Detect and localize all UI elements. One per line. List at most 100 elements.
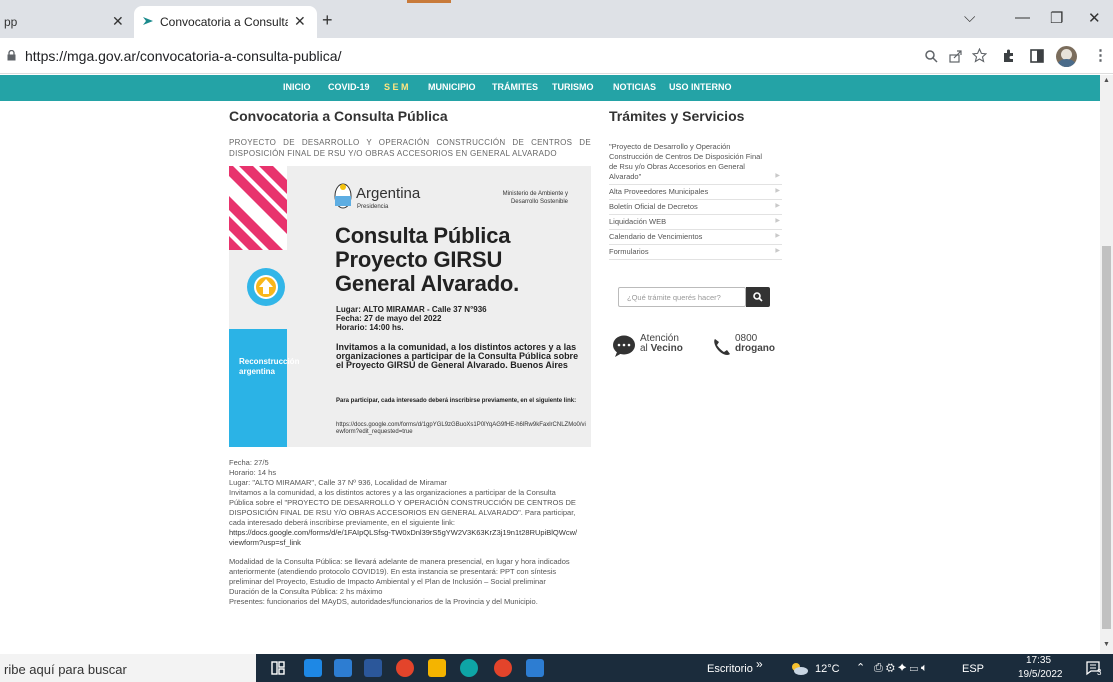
toolbar-expand-icon[interactable]: » xyxy=(756,657,763,671)
site-favicon-icon xyxy=(143,17,153,25)
share-icon[interactable] xyxy=(949,49,963,63)
poster-title-line: Proyecto GIRSU xyxy=(335,247,503,272)
poster-title-line: Consulta Pública xyxy=(335,223,511,248)
profile-avatar[interactable] xyxy=(1056,46,1077,67)
new-tab-button[interactable]: + xyxy=(322,10,333,31)
service-item[interactable]: Alta Proveedores Municipales ▶ xyxy=(609,185,782,200)
dropbox-app-icon[interactable] xyxy=(304,659,322,677)
taskbar-search-placeholder: ribe aquí para buscar xyxy=(4,662,127,677)
extensions-icon[interactable] xyxy=(1002,48,1016,63)
tramite-search-input[interactable]: ¿Qué trámite querés hacer? xyxy=(618,287,746,307)
store-app-icon[interactable] xyxy=(334,659,352,677)
poster-title-line: General Alvarado. xyxy=(335,271,520,296)
chevron-right-icon: ▶ xyxy=(775,233,780,239)
up-arrow-icon xyxy=(247,268,285,306)
phone-icon[interactable] xyxy=(712,337,732,357)
taskbar-search-input[interactable]: ribe aquí para buscar xyxy=(0,654,256,682)
desktop-toolbar-label[interactable]: Escritorio xyxy=(707,663,753,675)
service-item-label: Alta Proveedores Municipales xyxy=(609,187,709,196)
tab-search-icon[interactable]: ⌵ xyxy=(964,9,975,26)
clock-time[interactable]: 17:35 xyxy=(1026,655,1051,666)
nav-item-inicio[interactable]: INICIO xyxy=(283,82,311,92)
chevron-right-icon: ▶ xyxy=(775,248,780,254)
tab-close-icon[interactable]: ✕ xyxy=(294,13,306,30)
chevron-right-icon: ▶ xyxy=(775,218,780,224)
clock-date[interactable]: 19/5/2022 xyxy=(1018,669,1063,680)
poster-link: https://docs.google.com/forms/d/1gpYGL9z… xyxy=(336,422,586,435)
atencion-line: al xyxy=(640,343,651,354)
nav-item-sem[interactable]: S E M xyxy=(384,82,409,92)
service-item-label: Liquidación WEB xyxy=(609,217,667,226)
service-item[interactable]: Formularios ▶ xyxy=(609,245,782,260)
vertical-scrollbar[interactable]: ▲ ▼ xyxy=(1100,75,1113,654)
service-item-label: Boletín Oficial de Decretos xyxy=(609,202,698,211)
tab-close-icon[interactable]: ✕ xyxy=(112,13,124,30)
registration-link[interactable]: https://docs.google.com/forms/d/e/1FAIpQ… xyxy=(229,528,577,547)
nav-item-turismo[interactable]: TURISMO xyxy=(552,82,594,92)
nav-item-municipio[interactable]: MUNICIPIO xyxy=(428,82,476,92)
chrome-app-icon[interactable] xyxy=(396,659,414,677)
poster-info: Lugar: ALTO MIRAMAR - Calle 37 N°936 Fec… xyxy=(336,305,487,332)
announcement-poster: Reconstrucción argentina Argentina Presi… xyxy=(229,166,591,447)
edge-app-icon[interactable] xyxy=(460,659,478,677)
screen: pp ✕ Convocatoria a Consulta Pública ✕ +… xyxy=(0,0,1113,682)
photos-app-icon[interactable] xyxy=(526,659,544,677)
search-icon xyxy=(753,292,763,302)
chat-bubble-icon[interactable] xyxy=(612,335,636,357)
tray-icons[interactable]: ⎙ ⚙ ✦ ▭ 🔈︎ xyxy=(874,662,928,675)
maximize-button[interactable]: ❐ xyxy=(1050,9,1063,27)
service-item[interactable]: "Proyecto de Desarrollo y Operación Cons… xyxy=(609,140,782,185)
tab-previous[interactable]: pp ✕ xyxy=(0,7,134,38)
temperature[interactable]: 12°C xyxy=(815,663,840,675)
windows-taskbar: ribe aquí para buscar Escritorio » 12°C … xyxy=(0,654,1113,682)
poster-title: Consulta Pública Proyecto GIRSU General … xyxy=(335,224,519,296)
service-item[interactable]: Liquidación WEB ▶ xyxy=(609,215,782,230)
phone-line: drogano xyxy=(735,343,775,354)
zoom-icon[interactable] xyxy=(924,49,938,63)
nav-item-covid[interactable]: COVID-19 xyxy=(328,82,370,92)
article-line: Horario: 14 hs xyxy=(229,468,277,477)
nav-item-noticias[interactable]: NOTICIAS xyxy=(613,82,656,92)
search-button[interactable] xyxy=(746,287,770,307)
reconstruccion-label: Reconstrucción argentina xyxy=(239,357,300,376)
scroll-down-icon[interactable]: ▼ xyxy=(1103,641,1110,648)
phone-number[interactable]: 0800 drogano xyxy=(735,334,775,354)
bookmark-star-icon[interactable] xyxy=(972,48,987,63)
minimize-button[interactable]: — xyxy=(1015,9,1030,26)
reconstruccion-banner: Reconstrucción argentina xyxy=(229,329,300,447)
tray-expand-icon[interactable]: ⌃ xyxy=(856,661,865,674)
tab-strip: pp ✕ Convocatoria a Consulta Pública ✕ +… xyxy=(0,0,1113,38)
menu-kebab-icon[interactable]: ⋮ xyxy=(1093,46,1108,64)
file-explorer-icon[interactable] xyxy=(428,659,446,677)
word-app-icon[interactable] xyxy=(364,659,382,677)
window-close-button[interactable]: ✕ xyxy=(1088,9,1101,27)
address-toolbar: https://mga.gov.ar/convocatoria-a-consul… xyxy=(0,38,1113,74)
lock-icon[interactable] xyxy=(7,50,16,61)
atencion-bold: Vecino xyxy=(650,343,683,354)
article-paragraph: Modalidad de la Consulta Pública: se lle… xyxy=(229,557,579,607)
stripes-graphic xyxy=(229,166,287,250)
sidebar-title: Trámites y Servicios xyxy=(609,108,745,124)
chevron-right-icon: ▶ xyxy=(775,203,780,209)
article-paragraph: Fecha: 27/5 Horario: 14 hs Lugar: "ALTO … xyxy=(229,458,579,548)
tab-strip-accent xyxy=(407,0,451,3)
service-item[interactable]: Boletín Oficial de Decretos ▶ xyxy=(609,200,782,215)
poster-presidencia: Presidencia xyxy=(357,204,389,210)
article-line: Modalidad de la Consulta Pública: se lle… xyxy=(229,557,570,586)
tab-active[interactable]: Convocatoria a Consulta Pública ✕ xyxy=(134,6,317,38)
article-line: Presentes: funcionarios del MAyDS, autor… xyxy=(229,597,538,606)
address-bar[interactable]: https://mga.gov.ar/convocatoria-a-consul… xyxy=(25,48,341,64)
weather-icon[interactable] xyxy=(790,661,808,675)
nav-item-uso-interno[interactable]: USO INTERNO xyxy=(669,82,732,92)
service-item-label: "Proyecto de Desarrollo y Operación Cons… xyxy=(609,142,762,181)
language-indicator[interactable]: ESP xyxy=(962,663,984,675)
atencion-vecino-link[interactable]: Atención al Vecino xyxy=(640,334,683,354)
chrome-profile-app-icon[interactable] xyxy=(494,659,512,677)
scroll-up-icon[interactable]: ▲ xyxy=(1103,77,1110,84)
nav-item-tramites[interactable]: TRÁMITES xyxy=(492,82,538,92)
task-view-icon[interactable] xyxy=(271,661,285,675)
scrollbar-thumb[interactable] xyxy=(1102,246,1111,629)
service-item[interactable]: Calendario de Vencimientos ▶ xyxy=(609,230,782,245)
side-panel-icon[interactable] xyxy=(1030,49,1044,63)
article-line: Duración de la Consulta Pública: 2 hs má… xyxy=(229,587,383,596)
